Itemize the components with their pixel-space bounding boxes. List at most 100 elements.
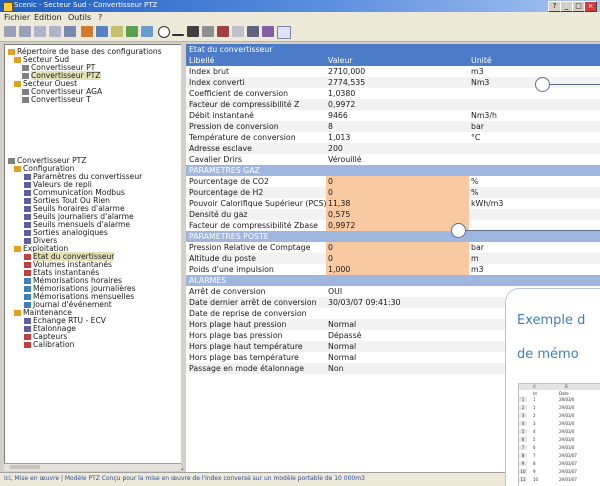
sheet-cell-date: 29/03/0 <box>559 421 575 426</box>
clock-icon[interactable] <box>158 26 170 38</box>
row-value[interactable]: 1,000 <box>328 265 350 274</box>
row-unit: bar <box>471 122 484 131</box>
scrollbar-thumb[interactable] <box>10 465 40 469</box>
row-value[interactable]: 0,9972 <box>328 221 355 230</box>
editable-value-cell[interactable] <box>326 242 469 253</box>
row-value: 30/03/07 09:41:30 <box>328 298 401 307</box>
grid-data-row: Cavalier Drirs Vérouillé <box>186 154 600 165</box>
report-icon[interactable] <box>232 26 244 37</box>
grid-data-row: Pression de conversion 8 bar <box>186 121 600 132</box>
sheet-row-number: 4 <box>519 421 527 426</box>
calibration-icon <box>24 326 31 332</box>
tree-item-convertisseur-t[interactable]: Convertisseur T <box>22 96 91 104</box>
row-label: Hors plage bas température <box>189 353 299 362</box>
editable-value-cell[interactable] <box>326 187 469 198</box>
row-label: Densité du gaz <box>189 210 248 219</box>
monitor-icon[interactable] <box>187 26 199 37</box>
row-value: Dépassé <box>328 331 362 340</box>
window-icon[interactable] <box>277 26 291 39</box>
row-value[interactable]: 0 <box>328 177 333 186</box>
sheet-row: 7 6 29/03/0 <box>519 445 600 450</box>
row-unit: m3 <box>471 67 484 76</box>
sheet-row-number: 10 <box>519 469 527 474</box>
row-value: 200 <box>328 144 343 153</box>
new-config-icon[interactable] <box>81 26 93 37</box>
editable-value-cell[interactable] <box>326 176 469 187</box>
callout-marker <box>535 77 550 92</box>
row-label: Index converti <box>189 78 245 87</box>
sheet-cell-date: 28/03/0 <box>559 397 575 402</box>
row-value[interactable]: 11,38 <box>328 199 350 208</box>
sheet-cell-id: 4 <box>533 429 536 434</box>
row-value: OUI <box>328 287 343 296</box>
row-label: Température de conversion <box>189 133 296 142</box>
tree-horizontal-scrollbar[interactable] <box>4 463 181 471</box>
memory-icon <box>24 294 31 300</box>
output-icon <box>24 230 31 236</box>
row-value: Normal <box>328 342 357 351</box>
toolbar <box>0 23 600 42</box>
row-value[interactable]: 0 <box>328 243 333 252</box>
row-value[interactable]: 0,575 <box>328 210 350 219</box>
print-icon[interactable] <box>64 26 76 37</box>
status-text: Ici, Mise en œuvre | Modèle PTZ Conçu po… <box>4 475 365 482</box>
grid-data-row: Pourcentage de CO2 0% <box>186 176 600 187</box>
menu-outils[interactable]: Outils <box>68 13 91 22</box>
menu-help[interactable]: ? <box>98 13 102 22</box>
menu-edition[interactable]: Edition <box>34 13 62 22</box>
row-value: 1,0380 <box>328 89 356 98</box>
row-value[interactable]: 0 <box>328 188 333 197</box>
row-unit: Nm3/h <box>471 111 497 120</box>
callout-marker <box>451 223 466 238</box>
row-label: Hors plage bas pression <box>189 331 283 340</box>
sheet-col-a: A <box>533 384 536 389</box>
column-header-unite[interactable]: Unité <box>471 56 492 65</box>
callout-line <box>546 84 600 85</box>
read-icon[interactable] <box>126 26 138 37</box>
column-header-libelle[interactable]: Libellé <box>189 56 214 65</box>
copy-icon[interactable] <box>19 26 31 37</box>
grid-data-row: Température de conversion 1,013 °C <box>186 132 600 143</box>
row-label: Adresse esclave <box>189 144 252 153</box>
sheet-row-number: 5 <box>519 429 527 434</box>
tool-icon[interactable] <box>247 26 259 37</box>
row-label: Pourcentage de CO2 <box>189 177 270 186</box>
grid-data-row: Adresse esclave 200 <box>186 143 600 154</box>
row-unit: m3 <box>471 265 484 274</box>
close-button[interactable]: × <box>584 1 597 12</box>
sheet-cell-date: 29/03/0 <box>559 445 575 450</box>
sheet-cell-id: 10 <box>533 477 539 482</box>
write-icon[interactable] <box>141 26 153 37</box>
cut-icon[interactable] <box>4 26 16 37</box>
row-value: Vérouillé <box>328 155 362 164</box>
settings-icon <box>24 174 31 180</box>
menu-fichier[interactable]: Fichier <box>4 13 30 22</box>
sheet-row-number: 8 <box>519 453 527 458</box>
column-header-valeur[interactable]: Valeur <box>328 56 353 65</box>
paste-icon[interactable] <box>34 26 46 37</box>
help-icon[interactable] <box>262 26 274 37</box>
title-bar: Scenic - Secteur Sud - Convertisseur PTZ… <box>0 0 600 12</box>
editable-value-cell[interactable] <box>326 253 469 264</box>
save-icon[interactable] <box>49 26 61 37</box>
sheet-cell-id: 3 <box>533 421 536 426</box>
connect-icon[interactable] <box>111 26 123 37</box>
settings-icon[interactable] <box>202 26 214 37</box>
graph-icon[interactable] <box>172 34 184 36</box>
row-unit: % <box>471 177 479 186</box>
overlay-title-line1: Exemple d <box>517 313 586 328</box>
open-icon[interactable] <box>96 26 108 37</box>
sheet-row: 6 5 29/03/0 <box>519 437 600 442</box>
row-value[interactable]: 0 <box>328 254 333 263</box>
alarm-icon[interactable] <box>217 26 229 37</box>
sheet-cell-id: 8 <box>533 461 536 466</box>
tree-item-calibration[interactable]: Calibration <box>24 341 74 349</box>
sheet-cell-id: 5 <box>533 437 536 442</box>
sheet-row-number: 7 <box>519 445 527 450</box>
window-title: Scenic - Secteur Sud - Convertisseur PTZ <box>14 1 158 9</box>
folder-icon <box>14 310 21 316</box>
row-label: Pression de conversion <box>189 122 279 131</box>
overlay-title-line2: de mémo <box>517 347 579 362</box>
row-value: 9466 <box>328 111 348 120</box>
folder-icon <box>14 166 21 172</box>
